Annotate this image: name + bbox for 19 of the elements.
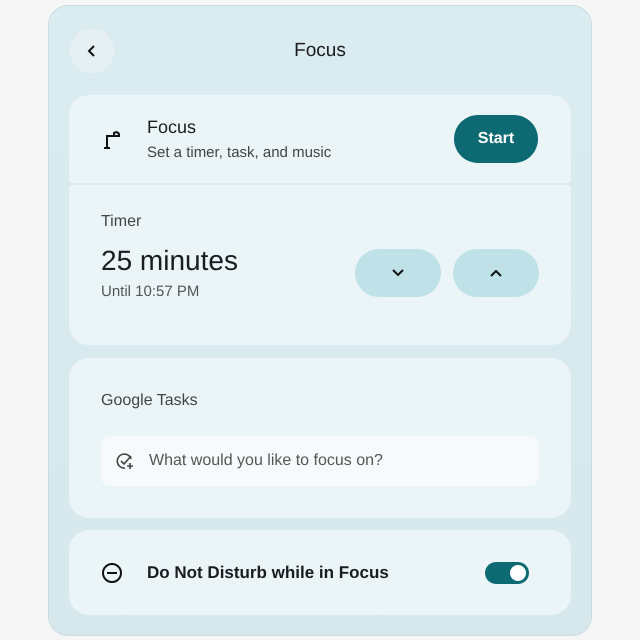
until-time: Until 10:57 PM xyxy=(101,283,200,300)
panel-title: Focus xyxy=(294,40,346,62)
tasks-label: Google Tasks xyxy=(101,392,199,410)
dnd-toggle[interactable] xyxy=(485,562,529,584)
dnd-label: Do Not Disturb while in Focus xyxy=(147,562,390,582)
timer-label: Timer xyxy=(101,213,142,231)
focus-title: Focus xyxy=(147,117,198,138)
timer-value: 25 minutes xyxy=(101,245,239,277)
task-input-field[interactable]: What would you like to focus on? xyxy=(101,436,539,486)
focus-subtitle: Set a timer, task, and music xyxy=(147,144,332,161)
start-button[interactable]: Start xyxy=(454,115,538,163)
increase-button[interactable] xyxy=(453,248,539,296)
minus-circle-icon xyxy=(101,562,123,584)
chevron-down-icon xyxy=(391,268,405,278)
desk-lamp-icon xyxy=(101,128,123,150)
back-button[interactable] xyxy=(70,28,114,72)
chevron-up-icon xyxy=(489,268,503,278)
decrease-button[interactable] xyxy=(355,248,441,296)
add-task-icon xyxy=(115,451,135,471)
